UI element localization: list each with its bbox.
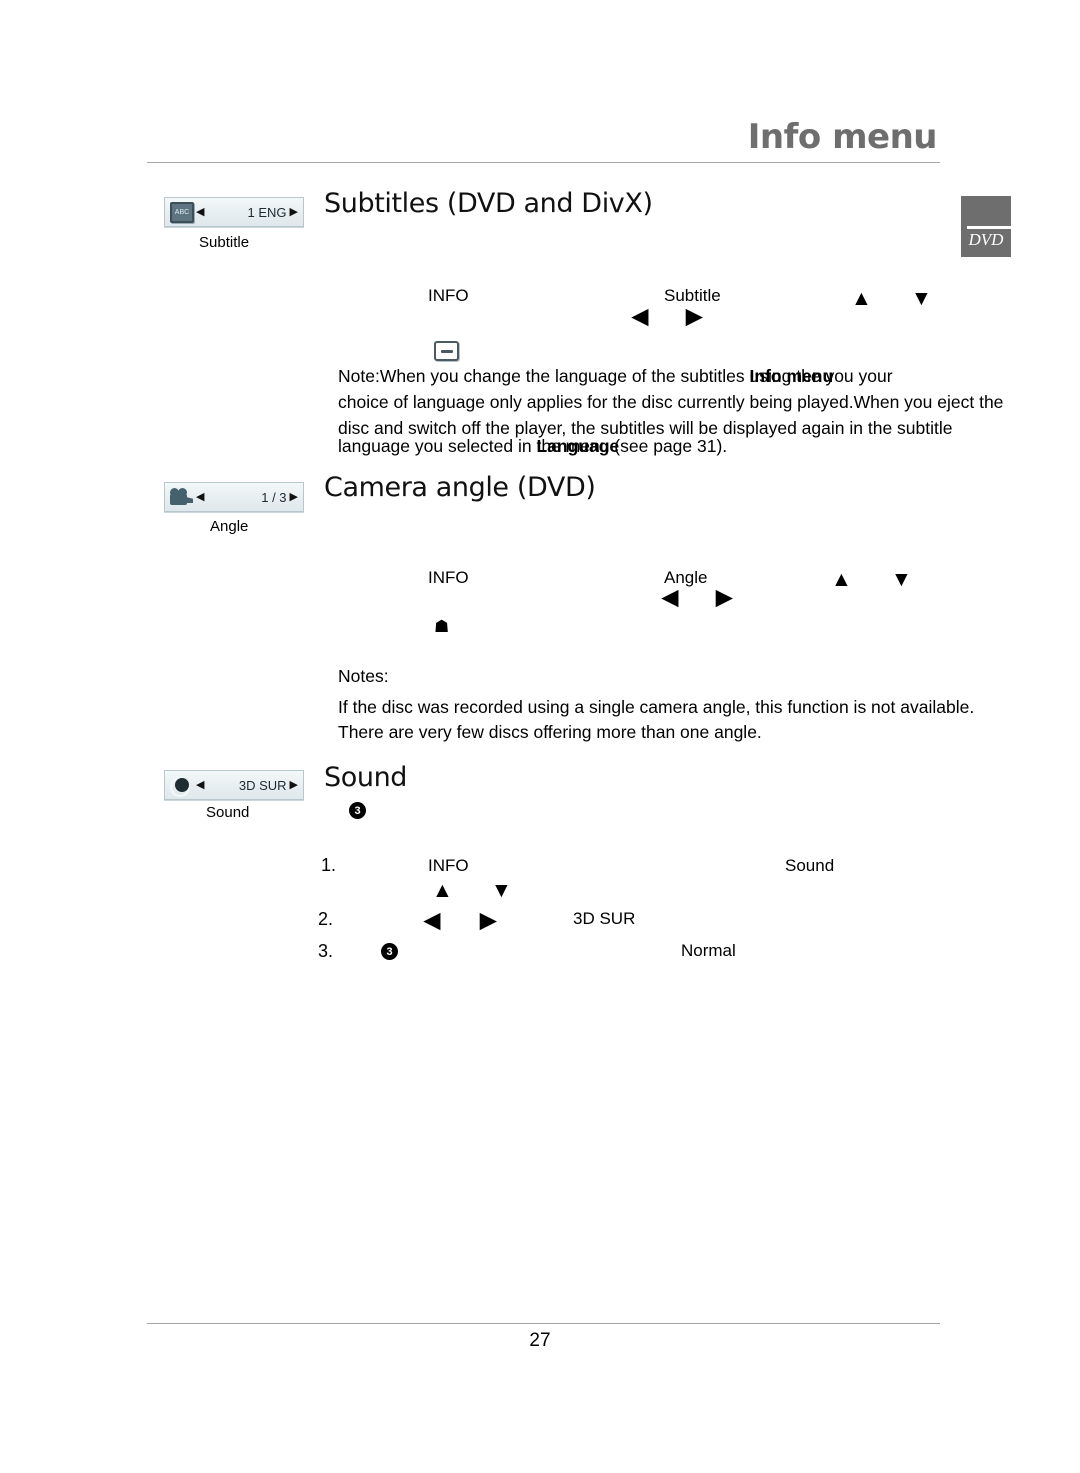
- header-divider: [147, 162, 940, 163]
- footer-divider: [147, 1323, 940, 1324]
- left-arrow-icon: ◀: [632, 305, 649, 328]
- camera-icon: [169, 488, 195, 506]
- token-info-subtitle: INFO: [428, 286, 469, 305]
- sound-icon: [169, 776, 195, 797]
- token-3d-sur-target: 3D SUR: [573, 909, 636, 928]
- token-info-angle: INFO: [428, 568, 469, 587]
- step-number: 3.: [318, 941, 334, 961]
- note-line-2: choice of language only applies for the …: [338, 389, 1012, 417]
- osd-key-angle-value: 1 / 3: [261, 489, 287, 505]
- token-info-sound: INFO: [428, 856, 469, 875]
- manual-page: Info menu DVD ABC ◀ 1 ENG ▶ Subtitle Sub…: [0, 0, 1080, 1473]
- badge-label: DVD: [968, 230, 1004, 249]
- left-arrow-icon[interactable]: ◀: [196, 491, 204, 503]
- osd-key-sound-value: 3D SUR: [238, 777, 287, 793]
- right-arrow-icon: ▶: [480, 909, 497, 932]
- sound-mode-badge: 3: [381, 943, 398, 960]
- left-arrow-icon[interactable]: ◀: [196, 779, 204, 791]
- badge-rule: [967, 226, 1011, 229]
- note-line-1-overlap: using the Info menu: [750, 363, 834, 389]
- up-arrow-icon: ▲: [432, 879, 453, 902]
- angle-camera-icon: ☗: [434, 617, 450, 637]
- note-line-1-a: Note:When you change the language of the…: [338, 366, 750, 386]
- note-item: There are very few discs offering more t…: [338, 722, 762, 742]
- up-arrow-icon: ▲: [851, 287, 872, 310]
- note-line-1: Note:When you change the language of the…: [338, 363, 1012, 391]
- right-arrow-icon: ▶: [686, 305, 703, 328]
- down-arrow-icon: ▼: [891, 568, 912, 591]
- left-arrow-icon: ◀: [424, 909, 441, 932]
- osd-key-sound[interactable]: ◀ 3D SUR ▶: [164, 770, 304, 800]
- note-line-4: language you selected in the Language men…: [338, 433, 1012, 463]
- right-arrow-icon: ▶: [716, 586, 733, 609]
- step-number: 1.: [321, 855, 337, 875]
- token-subtitle-label: Subtitle: [664, 286, 721, 305]
- notes-heading: Notes:: [338, 666, 389, 686]
- note-item: If the disc was recorded using a single …: [338, 697, 975, 717]
- note-line-4-overlap: the Language: [536, 433, 619, 459]
- media-type-badge: DVD: [961, 196, 1011, 257]
- down-arrow-icon: ▼: [491, 879, 512, 902]
- abc-subtitle-icon: ABC: [169, 201, 195, 223]
- subtitle-box-icon: [434, 341, 459, 361]
- token-normal-target: Normal: [681, 941, 736, 960]
- up-arrow-icon: ▲: [831, 568, 852, 591]
- step-number: 2.: [318, 909, 334, 929]
- osd-key-subtitle[interactable]: ABC ◀ 1 ENG ▶: [164, 197, 304, 227]
- note-line-2-text: choice of language only applies for the …: [338, 392, 1004, 412]
- token-sound-target: Sound: [785, 856, 835, 875]
- token-angle-label: Angle: [664, 568, 708, 587]
- osd-caption-sound: Sound: [206, 804, 250, 821]
- note-line-4-a: language you selected in: [338, 436, 537, 456]
- note-line-4-over: Language: [536, 436, 620, 456]
- right-arrow-icon[interactable]: ▶: [290, 206, 298, 218]
- section-title-subtitles: Subtitles (DVD and DivX): [324, 188, 653, 219]
- down-arrow-icon: ▼: [911, 287, 932, 310]
- right-arrow-icon[interactable]: ▶: [290, 491, 298, 503]
- osd-key-angle[interactable]: ◀ 1 / 3 ▶: [164, 482, 304, 512]
- section-title-sound: Sound: [324, 762, 408, 793]
- left-arrow-icon[interactable]: ◀: [196, 206, 204, 218]
- page-header-title: Info menu: [747, 117, 938, 157]
- right-arrow-icon[interactable]: ▶: [290, 779, 298, 791]
- section-title-camera-angle: Camera angle (DVD): [324, 472, 596, 503]
- note-line-1-over: Info menu: [749, 366, 834, 386]
- page-number: 27: [529, 1330, 551, 1351]
- left-arrow-icon: ◀: [662, 586, 679, 609]
- sound-mode-badge: 3: [349, 802, 366, 819]
- osd-key-subtitle-value: 1 ENG: [247, 204, 287, 220]
- osd-caption-subtitle: Subtitle: [199, 234, 250, 251]
- osd-caption-angle: Angle: [210, 518, 249, 535]
